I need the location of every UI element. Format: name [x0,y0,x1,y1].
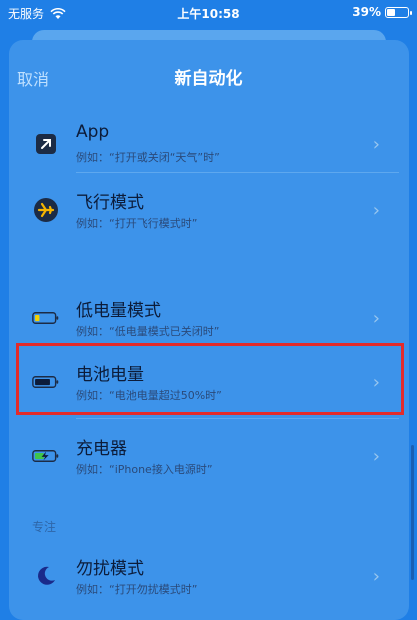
divider [76,418,399,419]
battery-percent: 39% [352,5,381,19]
item-title: 充电器 [76,439,127,459]
item-subtitle: 例如：“打开或关闭“天气”时” [76,151,220,164]
section-header-focus: 专注 [32,520,57,534]
list-item-charger[interactable]: 充电器 例如：“iPhone接入电源时” › [18,420,404,480]
status-bar: 无服务 上午10:58 39% [0,0,417,26]
item-subtitle: 例如：“iPhone接入电源时” [76,463,213,476]
app-arrow-icon [32,130,60,158]
moon-icon [32,562,60,590]
chevron-right-icon: › [372,134,380,155]
chevron-right-icon: › [372,446,380,467]
item-title: App [76,122,110,142]
item-title: 低电量模式 [76,301,161,321]
list-item-airplane-mode[interactable]: 飞行模式 例如：“打开飞行模式时” › [18,174,404,234]
charger-icon [32,442,60,470]
status-right: 39% [352,5,412,19]
battery-fill [387,8,395,16]
chevron-right-icon: › [372,200,380,221]
airplane-icon [32,196,60,224]
item-subtitle: 例如：“低电量模式已关闭时” [76,325,220,338]
page-title: 新自动化 [174,69,243,89]
item-title: 飞行模式 [76,193,144,213]
low-power-battery-icon [32,304,60,332]
item-title: 勿扰模式 [76,559,144,579]
item-subtitle: 例如：“打开飞行模式时” [76,217,198,230]
highlight-box [16,343,404,415]
battery-status-icon [385,6,412,18]
scrollbar[interactable] [411,445,414,580]
divider [76,172,399,173]
list-item-app[interactable]: App 例如：“打开或关闭“天气”时” › [18,108,404,168]
chevron-right-icon: › [372,566,380,587]
chevron-right-icon: › [372,308,380,329]
list-item-low-power-mode[interactable]: 低电量模式 例如：“低电量模式已关闭时” › [18,282,404,342]
list-item-do-not-disturb[interactable]: 勿扰模式 例如：“打开勿扰模式时” › [18,540,404,600]
item-subtitle: 例如：“打开勿扰模式时” [76,583,198,596]
